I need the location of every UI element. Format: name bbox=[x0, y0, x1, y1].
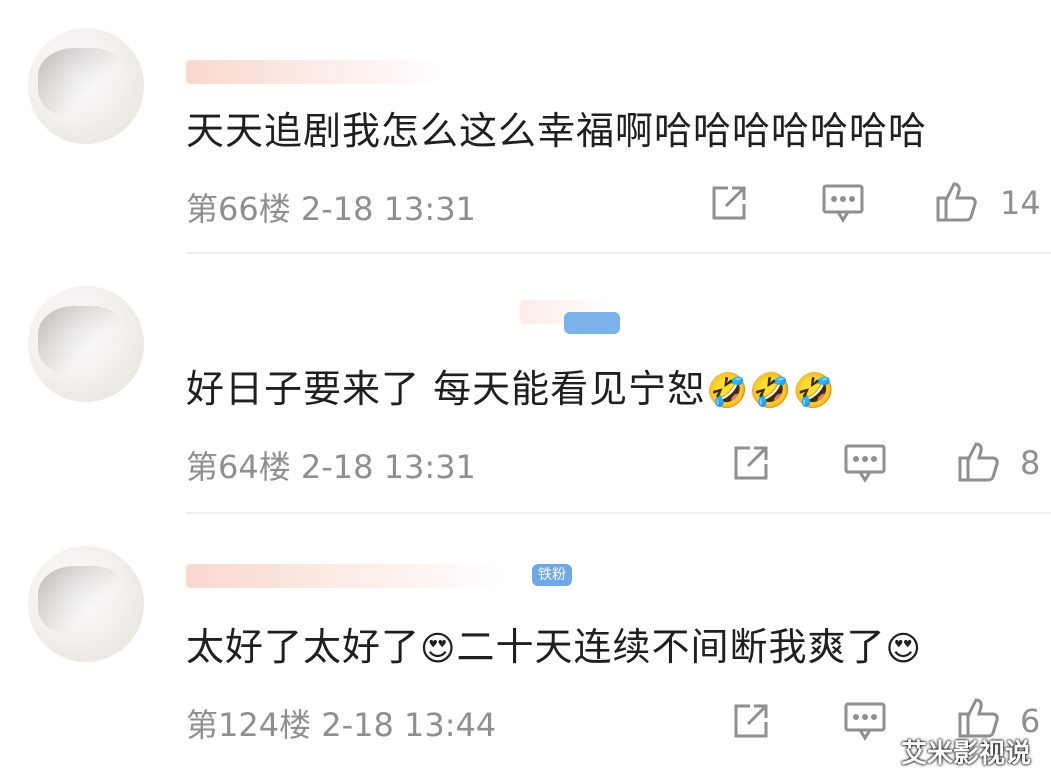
username-blurred[interactable] bbox=[186, 564, 506, 588]
comment-body: 太好了太好了 bbox=[186, 625, 421, 669]
divider bbox=[186, 252, 1051, 254]
thumbs-up-icon[interactable] bbox=[956, 438, 1002, 484]
heart-eyes-emoji-icon: 😍 bbox=[885, 629, 922, 669]
comment-body-2: 二十天连续不间断我爽了 bbox=[456, 625, 886, 669]
comment-text: 好日子要来了 每天能看见宁恕🤣🤣🤣 bbox=[186, 358, 836, 413]
comment-body: 好日子要来了 每天能看见宁恕 bbox=[186, 367, 707, 411]
comment-meta: 第64楼 2-18 13:31 bbox=[186, 448, 476, 486]
avatar[interactable] bbox=[28, 546, 144, 662]
share-icon[interactable] bbox=[728, 698, 774, 744]
watermark-logo: 艾米影视说 bbox=[900, 739, 1031, 769]
comment-icon[interactable] bbox=[842, 698, 888, 744]
fan-badge: 铁粉 bbox=[532, 564, 572, 586]
comment-text: 太好了太好了😍二十天连续不间断我爽了😍 bbox=[186, 616, 922, 671]
comment-meta: 第124楼 2-18 13:44 bbox=[186, 706, 497, 744]
comment-icon[interactable] bbox=[820, 180, 866, 226]
thumbs-up-icon[interactable] bbox=[934, 178, 980, 224]
avatar[interactable] bbox=[28, 286, 144, 402]
heart-eyes-emoji-icon: 😍 bbox=[420, 629, 457, 669]
comment-text: 天天追剧我怎么这么幸福啊哈哈哈哈哈哈哈 bbox=[186, 109, 928, 153]
like-count: 8 bbox=[1020, 444, 1041, 482]
divider bbox=[186, 512, 1051, 514]
fan-badge bbox=[564, 312, 620, 334]
comment-icon[interactable] bbox=[842, 440, 888, 486]
like-count: 14 bbox=[1000, 184, 1041, 222]
share-icon[interactable] bbox=[706, 180, 752, 226]
share-icon[interactable] bbox=[728, 440, 774, 486]
laugh-emoji-icon: 🤣🤣🤣 bbox=[706, 371, 837, 411]
comment-meta: 第66楼 2-18 13:31 bbox=[186, 190, 476, 228]
avatar[interactable] bbox=[28, 28, 144, 144]
username-blurred[interactable] bbox=[186, 60, 446, 84]
